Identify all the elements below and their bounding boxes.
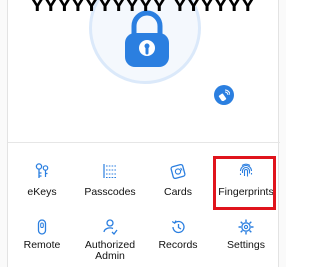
lock-area	[8, 0, 280, 140]
remote-icon	[33, 218, 51, 236]
remote-fab-button[interactable]	[214, 85, 234, 105]
lock-detail-screen: eKeys Passcodes Cards Fingerprints Remot…	[0, 0, 286, 267]
remote-control-icon	[218, 89, 230, 101]
records-icon	[169, 218, 187, 236]
card-icon	[169, 162, 187, 180]
feature-label: Records	[158, 239, 198, 251]
ekey-icon	[33, 162, 51, 180]
feature-settings[interactable]: Settings	[212, 214, 280, 267]
settings-icon	[237, 218, 255, 236]
feature-ekeys[interactable]: eKeys	[8, 158, 76, 214]
feature-label: Cards	[163, 186, 192, 198]
passcode-icon	[101, 162, 119, 180]
feature-label: Remote	[23, 239, 61, 251]
feature-label: Settings	[227, 239, 265, 251]
fingerprints-highlight-box	[213, 156, 276, 210]
admin-icon	[101, 218, 119, 236]
feature-label: Authorized Admin	[84, 239, 136, 262]
feature-remote[interactable]: Remote	[8, 214, 76, 267]
feature-passcodes[interactable]: Passcodes	[76, 158, 144, 214]
feature-label: eKeys	[27, 186, 57, 198]
lock-name-title: ʏʏʏʏʏʏʏʏʏʏ ʏʏʏʏʏʏ	[30, 0, 256, 16]
feature-cards[interactable]: Cards	[144, 158, 212, 214]
feature-authorized-admin[interactable]: Authorized Admin	[76, 214, 144, 267]
feature-label: Passcodes	[84, 186, 136, 198]
lock-panel: eKeys Passcodes Cards Fingerprints Remot…	[7, 0, 280, 267]
feature-row: Remote Authorized Admin Records Settings	[8, 214, 280, 267]
section-divider	[8, 142, 280, 143]
feature-records[interactable]: Records	[144, 214, 212, 267]
